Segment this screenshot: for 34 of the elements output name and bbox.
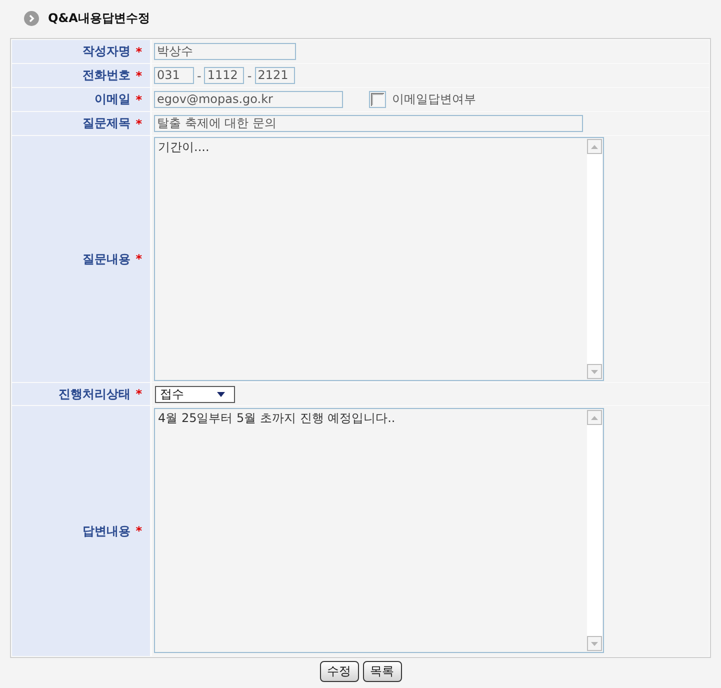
form-button[interactable]: 목록 bbox=[362, 661, 402, 682]
input-field[interactable]: egov@mopas.go.kr bbox=[154, 91, 343, 108]
required-mark: * bbox=[136, 387, 142, 401]
required-mark: * bbox=[136, 524, 142, 538]
required-mark: * bbox=[136, 252, 142, 266]
textarea-field[interactable]: 4월 25일부터 5월 초까지 진행 예정입니다.. bbox=[154, 408, 604, 653]
page-title: Q&A내용답변수정 bbox=[48, 10, 150, 26]
scrollbar[interactable] bbox=[587, 139, 602, 379]
input-field[interactable]: 2121 bbox=[254, 67, 295, 84]
field-label: 질문내용 bbox=[82, 250, 131, 268]
caret-icon bbox=[217, 392, 225, 396]
field-label: 진행처리상태 bbox=[58, 386, 131, 402]
dash-separator: - bbox=[196, 68, 202, 82]
required-mark: * bbox=[136, 116, 142, 130]
required-mark: * bbox=[136, 92, 142, 106]
field-label: 답변내용 bbox=[82, 522, 131, 540]
field-label: 질문제목 bbox=[82, 115, 131, 132]
input-field[interactable]: 1112 bbox=[204, 67, 244, 84]
textarea-field[interactable]: 기간이.... bbox=[154, 137, 604, 381]
checkbox-label: 이메일답변여부 bbox=[392, 91, 476, 108]
checkbox[interactable] bbox=[369, 91, 386, 108]
field-label: 전화번호 bbox=[82, 67, 131, 84]
input-field[interactable]: 탈출 축제에 대한 문의 bbox=[154, 115, 583, 132]
scrollbar[interactable] bbox=[587, 410, 602, 651]
form-button[interactable]: 수정 bbox=[320, 661, 358, 682]
dash-separator: - bbox=[246, 68, 253, 82]
input-field[interactable]: 031 bbox=[154, 67, 194, 84]
chevron-circle-icon bbox=[24, 10, 39, 26]
input-field[interactable]: 박상수 bbox=[154, 43, 296, 60]
required-mark: * bbox=[136, 68, 142, 82]
required-mark: * bbox=[136, 44, 142, 58]
status-select[interactable]: 접수 bbox=[155, 386, 235, 402]
field-label: 이메일 bbox=[94, 91, 131, 108]
field-label: 작성자명 bbox=[82, 43, 131, 60]
